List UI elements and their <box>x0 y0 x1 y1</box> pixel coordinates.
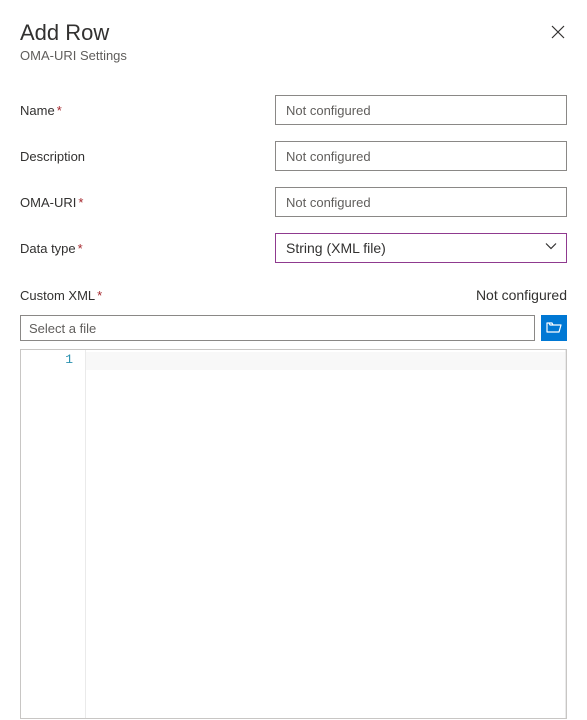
required-indicator: * <box>97 288 102 303</box>
custom-xml-label: Custom XML* <box>20 288 102 303</box>
datatype-select[interactable]: String (XML file) <box>275 233 567 263</box>
dialog-subtitle: OMA-URI Settings <box>20 48 567 63</box>
browse-file-button[interactable] <box>541 315 567 341</box>
editor-content[interactable] <box>85 350 566 718</box>
description-label: Description <box>20 149 275 164</box>
name-input[interactable] <box>275 95 567 125</box>
name-label: Name* <box>20 103 275 118</box>
required-indicator: * <box>57 103 62 118</box>
editor-gutter: 1 <box>21 350 85 718</box>
omauri-label: OMA-URI* <box>20 195 275 210</box>
required-indicator: * <box>78 195 83 210</box>
line-number: 1 <box>21 352 73 367</box>
description-input[interactable] <box>275 141 567 171</box>
close-icon <box>551 25 565 42</box>
custom-xml-status: Not configured <box>476 287 567 303</box>
close-button[interactable] <box>549 24 567 42</box>
xml-editor[interactable]: 1 <box>20 349 567 719</box>
datatype-label: Data type* <box>20 241 275 256</box>
required-indicator: * <box>78 241 83 256</box>
omauri-input[interactable] <box>275 187 567 217</box>
folder-open-icon <box>546 320 562 337</box>
file-path-input[interactable] <box>20 315 535 341</box>
dialog-title: Add Row <box>20 20 109 46</box>
